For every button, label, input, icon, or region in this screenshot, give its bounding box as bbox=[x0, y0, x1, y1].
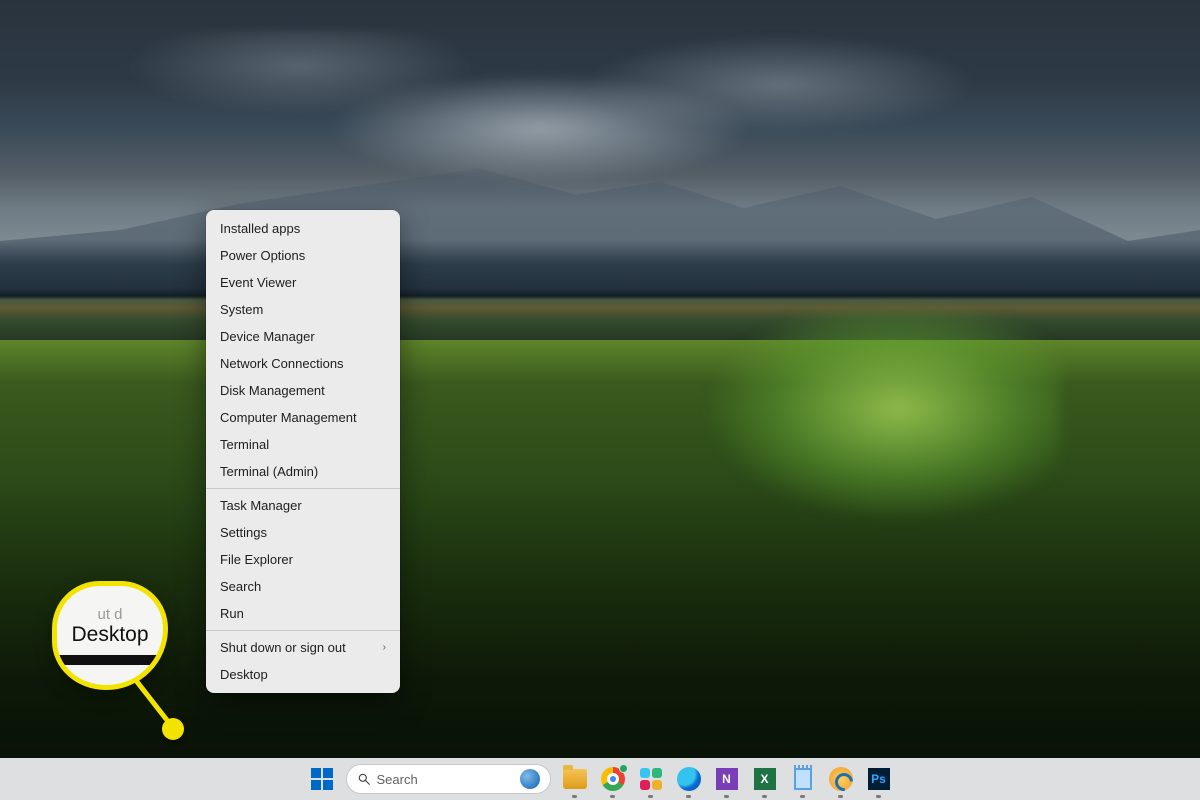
taskbar-notepad[interactable] bbox=[789, 765, 817, 793]
winx-item-label: System bbox=[220, 302, 263, 317]
taskbar-onenote[interactable]: N bbox=[713, 765, 741, 793]
taskbar: Search N X Ps bbox=[0, 758, 1200, 800]
winx-item-label: Event Viewer bbox=[220, 275, 296, 290]
search-icon bbox=[357, 772, 371, 786]
snagit-icon bbox=[829, 767, 853, 791]
winx-item[interactable]: Settings bbox=[206, 519, 400, 546]
winx-context-menu: Installed apps Power Options Event Viewer S… bbox=[206, 210, 400, 693]
winx-item[interactable]: Installed apps bbox=[206, 215, 400, 242]
winx-item-label: Settings bbox=[220, 525, 267, 540]
winx-item-label: Run bbox=[220, 606, 244, 621]
taskbar-snagit[interactable] bbox=[827, 765, 855, 793]
winx-item-label: Disk Management bbox=[220, 383, 325, 398]
winx-item[interactable]: Terminal bbox=[206, 431, 400, 458]
slack-icon bbox=[640, 768, 662, 790]
onenote-icon: N bbox=[716, 768, 738, 790]
callout-faint-text: ut d bbox=[97, 607, 122, 622]
callout-main-text: Desktop bbox=[71, 624, 148, 645]
taskbar-chrome[interactable] bbox=[599, 765, 627, 793]
winx-item[interactable]: Computer Management bbox=[206, 404, 400, 431]
annotation-pointer-dot bbox=[162, 718, 184, 740]
chevron-right-icon: › bbox=[383, 642, 386, 653]
winx-item[interactable]: Event Viewer bbox=[206, 269, 400, 296]
winx-item[interactable]: Terminal (Admin) bbox=[206, 458, 400, 485]
winx-item-label: Search bbox=[220, 579, 261, 594]
taskbar-photoshop[interactable]: Ps bbox=[865, 765, 893, 793]
taskbar-edge[interactable] bbox=[675, 765, 703, 793]
winx-separator bbox=[206, 488, 400, 489]
winx-item[interactable]: Shut down or sign out › bbox=[206, 634, 400, 661]
winx-separator bbox=[206, 630, 400, 631]
photoshop-icon: Ps bbox=[868, 768, 890, 790]
winx-item[interactable]: Run bbox=[206, 600, 400, 627]
winx-item-label: Installed apps bbox=[220, 221, 300, 236]
taskbar-slack[interactable] bbox=[637, 765, 665, 793]
taskbar-search[interactable]: Search bbox=[346, 764, 551, 794]
winx-item-label: File Explorer bbox=[220, 552, 293, 567]
chrome-icon bbox=[601, 767, 625, 791]
winx-item[interactable]: File Explorer bbox=[206, 546, 400, 573]
winx-item[interactable]: Disk Management bbox=[206, 377, 400, 404]
winx-item-label: Shut down or sign out bbox=[220, 640, 346, 655]
winx-item[interactable]: Search bbox=[206, 573, 400, 600]
wallpaper-sunlit-hill bbox=[700, 310, 1060, 530]
winx-item-label: Terminal (Admin) bbox=[220, 464, 318, 479]
winx-item-label: Terminal bbox=[220, 437, 269, 452]
bing-icon[interactable] bbox=[520, 769, 540, 789]
taskbar-excel[interactable]: X bbox=[751, 765, 779, 793]
taskbar-file-explorer[interactable] bbox=[561, 765, 589, 793]
edge-icon bbox=[677, 767, 701, 791]
winx-item-label: Desktop bbox=[220, 667, 268, 682]
start-button[interactable] bbox=[308, 765, 336, 793]
callout-bar bbox=[52, 655, 168, 665]
winx-item[interactable]: Power Options bbox=[206, 242, 400, 269]
winx-item[interactable]: Desktop bbox=[206, 661, 400, 688]
desktop-wallpaper[interactable] bbox=[0, 0, 1200, 800]
winx-item[interactable]: System bbox=[206, 296, 400, 323]
wallpaper-clouds bbox=[0, 30, 1200, 210]
search-placeholder: Search bbox=[377, 772, 514, 787]
winx-item[interactable]: Device Manager bbox=[206, 323, 400, 350]
winx-item-label: Network Connections bbox=[220, 356, 344, 371]
notepad-icon bbox=[794, 768, 812, 790]
winx-item[interactable]: Task Manager bbox=[206, 492, 400, 519]
winx-item-label: Power Options bbox=[220, 248, 305, 263]
winx-item-label: Task Manager bbox=[220, 498, 302, 513]
windows-logo-icon bbox=[311, 768, 333, 790]
folder-icon bbox=[563, 769, 587, 789]
excel-icon: X bbox=[754, 768, 776, 790]
winx-item-label: Device Manager bbox=[220, 329, 315, 344]
winx-item[interactable]: Network Connections bbox=[206, 350, 400, 377]
winx-item-label: Computer Management bbox=[220, 410, 357, 425]
